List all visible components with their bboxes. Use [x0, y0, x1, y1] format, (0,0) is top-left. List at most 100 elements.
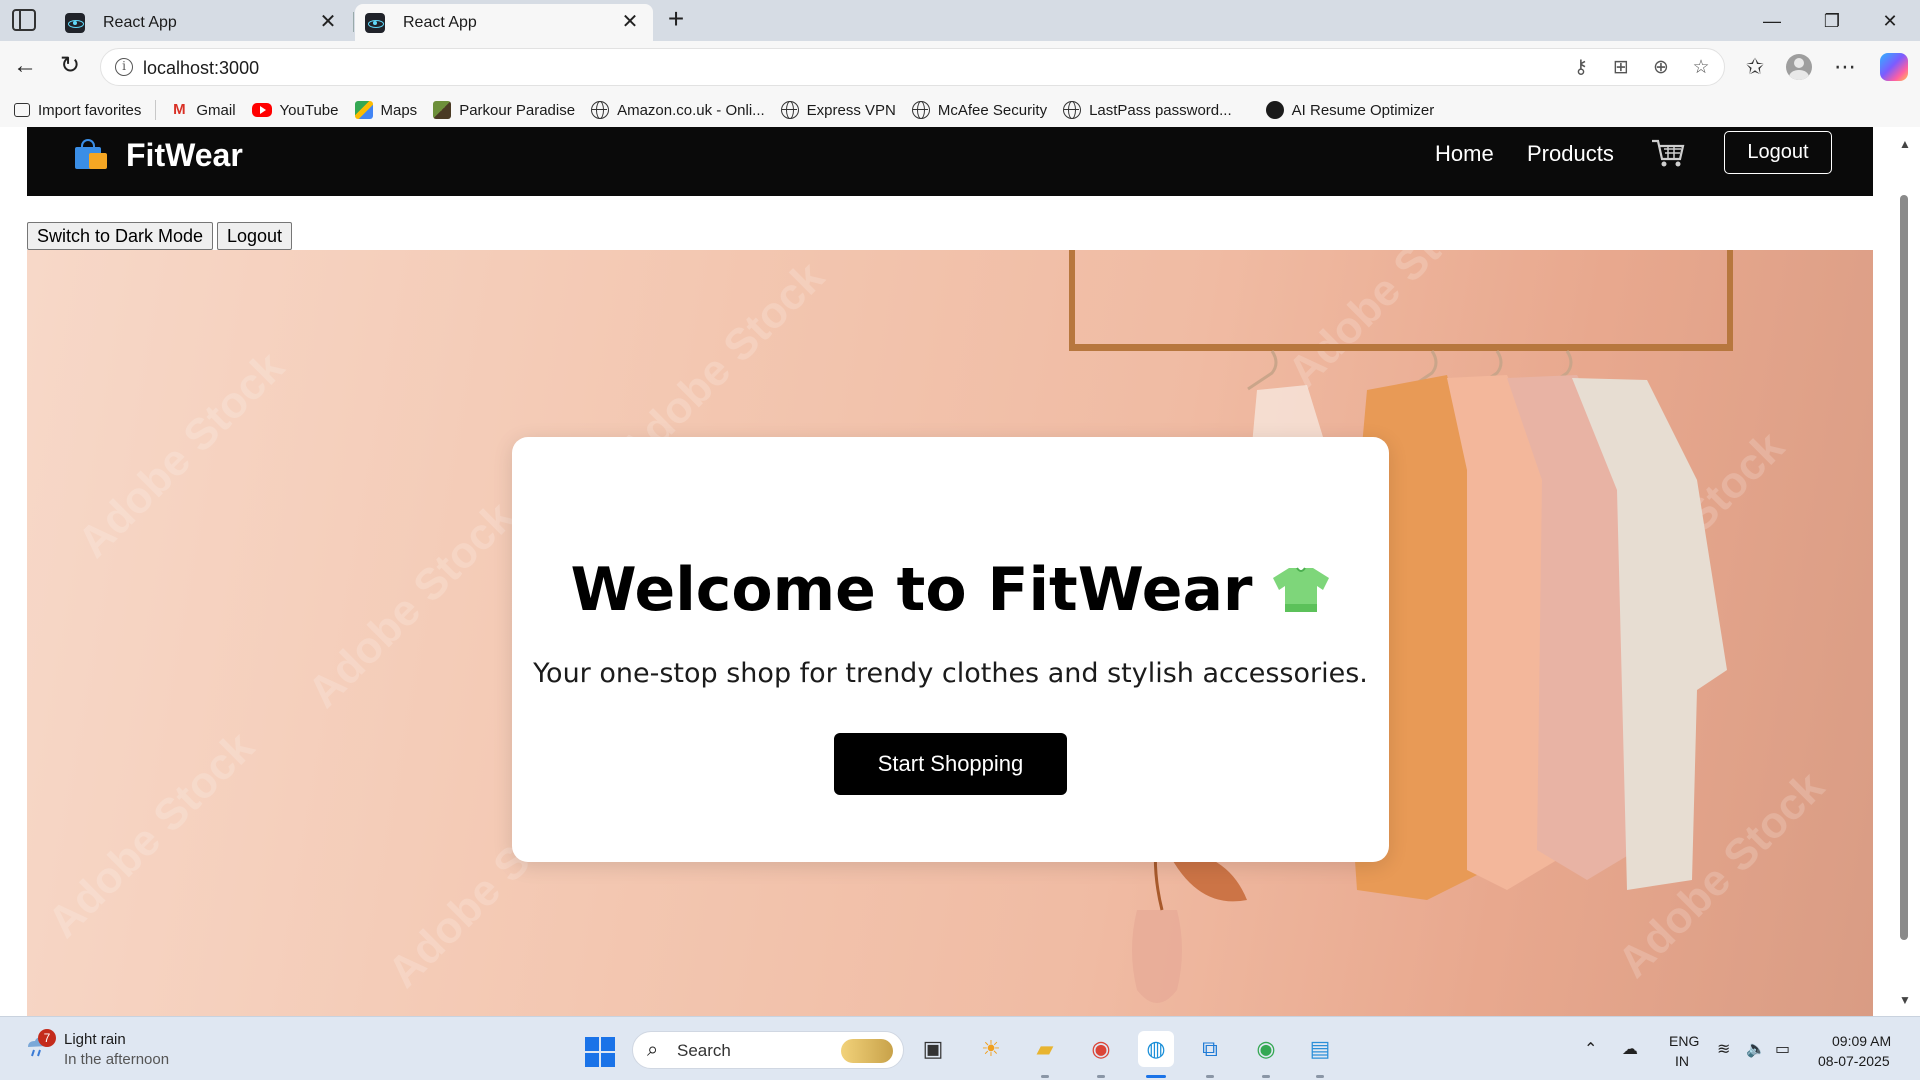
welcome-card: Welcome to FitWear Your one-stop shop fo…	[512, 437, 1389, 862]
browser-tab-1[interactable]: React App ✕	[55, 4, 351, 41]
tab-title: React App	[403, 13, 477, 31]
sun-widget-icon[interactable]: ☀	[973, 1031, 1009, 1067]
clock-time[interactable]: 09:09 AM	[1832, 1033, 1891, 1049]
bookmark-maps[interactable]: Maps	[347, 95, 426, 125]
more-menu-icon[interactable]: ⋯	[1830, 52, 1860, 82]
file-explorer-icon[interactable]: ▰	[1027, 1031, 1063, 1067]
control-panel-icon[interactable]: ▤	[1302, 1031, 1338, 1067]
bookmark-ai-resume-optimizer[interactable]: AI Resume Optimizer	[1258, 95, 1443, 125]
address-text[interactable]: localhost:3000	[143, 58, 259, 79]
bookmarks-bar: Import favorites M Gmail YouTube Maps Pa…	[0, 93, 1920, 127]
bookmark-label: Parkour Paradise	[459, 101, 576, 119]
windows-taskbar: 7 Light rain In the afternoon ⌕ Search ▣…	[0, 1016, 1920, 1080]
react-favicon-icon	[365, 12, 385, 33]
globe-icon	[911, 101, 930, 119]
bookmark-import-favorites[interactable]: Import favorites	[6, 95, 149, 125]
scroll-thumb[interactable]	[1900, 195, 1908, 940]
bookmark-label: Maps	[380, 101, 418, 119]
globe-icon	[1063, 101, 1082, 119]
chrome-profile-a-icon[interactable]: ◉	[1248, 1031, 1284, 1067]
new-tab-icon[interactable]: +	[662, 5, 690, 34]
bookmark-label: Gmail	[196, 101, 236, 119]
scroll-down-arrow-icon[interactable]: ▼	[1899, 993, 1911, 1007]
rack-bar	[1069, 344, 1733, 351]
bookmark-mcafee[interactable]: McAfee Security	[904, 95, 1055, 125]
weather-alert-badge: 7	[38, 1029, 56, 1047]
close-window-icon[interactable]: ✕	[1870, 6, 1910, 36]
zoom-icon[interactable]: ⊕	[1649, 56, 1673, 80]
copilot-icon[interactable]	[1880, 53, 1908, 81]
brand-name[interactable]: FitWear	[126, 137, 243, 174]
favorite-star-icon[interactable]: ☆	[1689, 56, 1713, 80]
scroll-up-arrow-icon[interactable]: ▲	[1899, 137, 1911, 151]
rack-post-right	[1727, 250, 1733, 350]
vscode-icon[interactable]: ⧉	[1192, 1031, 1228, 1067]
bookmark-label: Amazon.co.uk - Onli...	[617, 101, 765, 119]
search-highlight-icon	[841, 1039, 893, 1063]
windows-start-icon[interactable]	[585, 1037, 615, 1067]
globe-icon	[780, 101, 799, 119]
network-warning-icon[interactable]: ☁	[1622, 1039, 1638, 1059]
bookmark-lastpass[interactable]: LastPass password...	[1055, 95, 1240, 125]
battery-icon[interactable]: ▭	[1775, 1039, 1790, 1059]
clock-date[interactable]: 08-07-2025	[1818, 1053, 1890, 1069]
browser-tab-bar: React App ✕ React App ✕ + — ❐ ✕	[0, 0, 1920, 41]
hero-title: Welcome to FitWear	[512, 555, 1389, 625]
bookmark-express-vpn[interactable]: Express VPN	[773, 95, 904, 125]
profile-avatar-icon[interactable]	[1786, 54, 1812, 80]
active-indicator	[1146, 1075, 1166, 1078]
start-shopping-button[interactable]: Start Shopping	[834, 733, 1067, 795]
site-navbar: FitWear Home Products Logout	[27, 127, 1873, 196]
running-indicator	[1316, 1075, 1324, 1078]
shopping-bag-icon	[75, 139, 107, 169]
dark-mode-toggle-button[interactable]: Switch to Dark Mode	[27, 222, 214, 250]
ai-icon	[1265, 101, 1284, 119]
reload-icon[interactable]: ↻	[55, 51, 85, 81]
address-bar[interactable]: i localhost:3000 ⚷ ⊞ ⊕ ☆	[100, 48, 1725, 86]
chrome-profile-e-icon[interactable]: ◉	[1083, 1031, 1119, 1067]
app-available-icon[interactable]: ⊞	[1609, 56, 1633, 80]
vase	[1132, 910, 1182, 1003]
tshirt-icon	[1272, 567, 1329, 613]
gmail-icon: M	[173, 101, 186, 118]
volume-icon[interactable]: 🔈	[1746, 1039, 1766, 1059]
show-hidden-icons-icon[interactable]: ⌃	[1584, 1039, 1597, 1059]
bookmark-label: AI Resume Optimizer	[1291, 101, 1435, 119]
edge-icon[interactable]: ◍	[1138, 1031, 1174, 1067]
nav-home-link[interactable]: Home	[1435, 141, 1494, 167]
bookmark-amazon[interactable]: Amazon.co.uk - Onli...	[583, 95, 773, 125]
task-view-icon[interactable]: ▣	[915, 1031, 951, 1067]
language-indicator[interactable]: ENG	[1669, 1033, 1699, 1049]
logout-button[interactable]: Logout	[217, 222, 293, 250]
favorites-icon[interactable]: ✩	[1740, 52, 1770, 82]
bookmark-parkour-paradise[interactable]: Parkour Paradise	[425, 95, 583, 125]
search-icon: ⌕	[647, 1039, 659, 1061]
nav-products-link[interactable]: Products	[1527, 141, 1614, 167]
close-tab-icon[interactable]: ✕	[619, 12, 641, 34]
tab-actions-icon[interactable]	[12, 9, 36, 31]
region-indicator[interactable]: IN	[1675, 1053, 1689, 1069]
tab-separator	[353, 12, 354, 32]
restore-icon[interactable]: ❐	[1812, 6, 1852, 36]
running-indicator	[1262, 1075, 1270, 1078]
taskbar-search-box[interactable]: ⌕ Search	[632, 1031, 904, 1069]
back-icon[interactable]: ←	[10, 51, 40, 81]
bookmark-label: Import favorites	[38, 101, 142, 119]
weather-detail[interactable]: In the afternoon	[64, 1051, 169, 1068]
minimize-icon[interactable]: —	[1752, 6, 1792, 36]
close-tab-icon[interactable]: ✕	[317, 12, 339, 34]
globe-icon	[591, 101, 610, 119]
navbar-logout-button[interactable]: Logout	[1724, 131, 1832, 174]
bookmark-gmail[interactable]: M Gmail	[162, 95, 243, 125]
key-icon[interactable]: ⚷	[1569, 56, 1593, 80]
hero-subtitle: Your one-stop shop for trendy clothes an…	[533, 658, 1368, 689]
wifi-icon[interactable]: ≋	[1717, 1039, 1730, 1059]
rack-post-left	[1069, 250, 1075, 350]
maps-icon	[354, 101, 373, 119]
browser-tab-2[interactable]: React App ✕	[355, 4, 653, 41]
weather-condition[interactable]: Light rain	[64, 1031, 126, 1048]
cart-icon[interactable]	[1650, 137, 1686, 169]
import-icon	[14, 103, 30, 117]
bookmark-youtube[interactable]: YouTube	[244, 95, 347, 125]
site-info-icon[interactable]: i	[115, 58, 133, 76]
